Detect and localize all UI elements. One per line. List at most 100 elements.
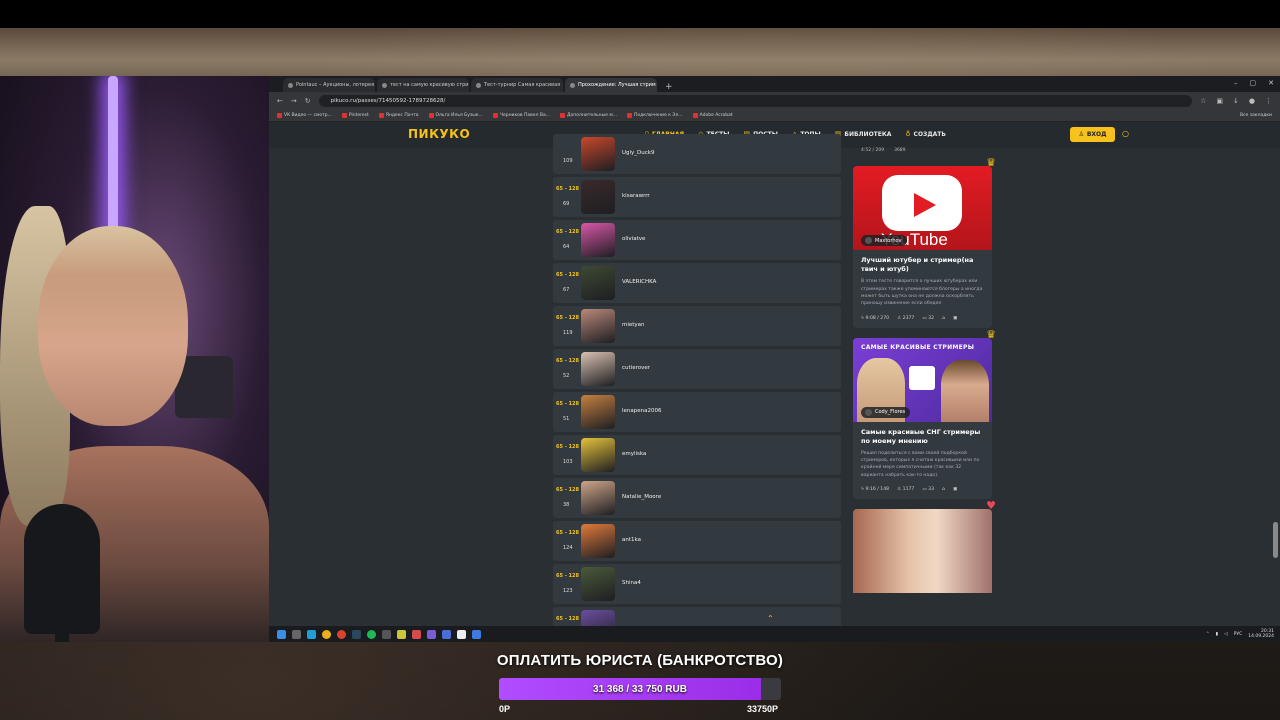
bookmark-icon[interactable]: ▣: [953, 316, 957, 321]
card-description: Решил поделиться с вами своей подборкой …: [861, 450, 980, 478]
rank-range: 65 - 128: [556, 444, 579, 450]
chrome-icon[interactable]: [337, 629, 346, 639]
user-icon: ♙: [1078, 131, 1084, 138]
profile-icon[interactable]: ●: [1249, 97, 1255, 105]
browser-tab[interactable]: тест на самую красивую стри×: [377, 78, 469, 92]
login-button[interactable]: ♙ ВХОД: [1070, 127, 1115, 142]
bookmark-icon: [692, 112, 698, 118]
steam-icon[interactable]: [352, 629, 361, 639]
close-window-icon[interactable]: ✕: [1268, 79, 1274, 87]
stat-plays: ♙ 2377: [897, 315, 915, 321]
extensions-icon[interactable]: ▣: [1216, 97, 1223, 105]
search-icon[interactable]: ○: [1122, 129, 1129, 138]
network-icon[interactable]: ▮: [1216, 632, 1218, 637]
bookmark[interactable]: Дополнительные м...: [560, 112, 617, 118]
list-item[interactable]: 65 - 128 38 Natalie_Moore: [553, 478, 841, 518]
menu-icon[interactable]: ⋮: [1265, 97, 1272, 105]
browser-tab[interactable]: Тест-турнир Самая красивая×: [471, 78, 563, 92]
system-tray: ⌃ ▮ ◁ РУС 20:31 14.09.2024: [1206, 629, 1280, 640]
avatar: [581, 137, 615, 171]
browser-tab[interactable]: Pointauc – Аукционы, лотерея×: [283, 78, 375, 92]
bookmark[interactable]: VK Видео — смотр...: [277, 112, 332, 118]
test-card[interactable]: ♥: [853, 499, 996, 594]
taskview-icon[interactable]: [292, 629, 301, 639]
list-item[interactable]: 65 - 128 123 Shina4: [553, 564, 841, 604]
back-icon[interactable]: ←: [277, 97, 283, 105]
bookmark[interactable]: Adobe Acrobat: [692, 112, 733, 118]
bookmark[interactable]: Подключение к Эл...: [627, 112, 683, 118]
card-author[interactable]: Maxtorhov: [861, 235, 907, 246]
nav-create[interactable]: ♁ СОЗДАТЬ: [905, 130, 946, 138]
bookmark[interactable]: Яндекс Почта: [378, 112, 419, 118]
recommendations: 4:52 / 209 3689 ♛ YouTube Maxtorhov Лучш…: [853, 148, 996, 594]
list-item[interactable]: 65 - 128 119 mietyan: [553, 306, 841, 346]
minimize-icon[interactable]: –: [1234, 79, 1238, 87]
list-item[interactable]: 65 - 128 52 cutierover: [553, 349, 841, 389]
streamer-name: lenapena2006: [622, 408, 662, 414]
edge-icon[interactable]: [307, 629, 316, 639]
stat-comments: ▭ 33: [922, 487, 935, 493]
site-logo[interactable]: ПИКУКО: [408, 127, 470, 141]
test-card[interactable]: ♛ САМЫЕ КРАСИВЫЕ СТРИМЕРЫ Cody_Flores Са…: [853, 328, 996, 500]
bookmark-icon[interactable]: ▣: [953, 487, 957, 492]
test-card[interactable]: ♛ YouTube Maxtorhov Лучший ютубер и стри…: [853, 156, 996, 328]
list-item[interactable]: 65 - 128 103 emyliska: [553, 435, 841, 475]
spotify-icon[interactable]: [367, 629, 376, 639]
list-item[interactable]: 65 - 128 69 kisarawrrr: [553, 177, 841, 217]
clock[interactable]: 20:31 14.09.2024: [1248, 629, 1274, 640]
bookmark-icon: [341, 112, 347, 118]
list-item[interactable]: 109 Ugly_Duck9: [553, 134, 841, 174]
rank-number: 64: [563, 244, 570, 250]
list-item[interactable]: 65 - 128 67 VALERICHKA: [553, 263, 841, 303]
scroll-up-icon[interactable]: ⌃: [767, 614, 774, 623]
windows-taskbar: ⌃ ▮ ◁ РУС 20:31 14.09.2024: [269, 626, 1280, 642]
card-author[interactable]: Cody_Flores: [861, 406, 911, 418]
bookmark[interactable]: Pinterest: [341, 112, 369, 118]
language-indicator[interactable]: РУС: [1234, 632, 1243, 637]
list-item[interactable]: 65 - 128 51 lenapena2006: [553, 392, 841, 432]
start-icon[interactable]: [277, 629, 286, 639]
chrome-icon[interactable]: [322, 629, 331, 639]
reload-icon[interactable]: ↻: [305, 97, 311, 105]
list-item[interactable]: 65 - 128 124 ant1ka: [553, 521, 841, 561]
card-thumbnail: САМЫЕ КРАСИВЫЕ СТРИМЕРЫ Cody_Flores: [853, 337, 992, 422]
bookmark[interactable]: Черников Павел Ва...: [492, 112, 550, 118]
rank-range: 65 - 128: [556, 229, 579, 235]
new-tab-icon[interactable]: +: [659, 82, 679, 92]
streamer-name: VALERICHKA: [622, 279, 657, 285]
bookmark[interactable]: Ольга Илья Бузык...: [428, 112, 483, 118]
chevron-up-icon[interactable]: ⌃: [1206, 632, 1210, 637]
maximize-icon[interactable]: ▢: [1250, 79, 1257, 87]
star-icon[interactable]: ☆: [1200, 97, 1206, 105]
app-icon[interactable]: [397, 629, 406, 639]
streamer-face: [38, 226, 188, 426]
share-icon[interactable]: ⌂: [942, 316, 945, 321]
share-icon[interactable]: ⌂: [942, 487, 945, 492]
app-icon[interactable]: [382, 629, 391, 639]
bookmark-icon: [492, 112, 498, 118]
donation-goal-title: ОПЛАТИТЬ ЮРИСТА (БАНКРОТСТВО): [496, 652, 784, 669]
rank-number: 119: [563, 330, 573, 336]
app-icon[interactable]: [472, 629, 481, 639]
rank-range: 65 - 128: [556, 573, 579, 579]
list-item[interactable]: 65 - 128 64 oliviatve: [553, 220, 841, 260]
card-title: Самые красивые СНГ стримеры по моему мне…: [861, 427, 981, 445]
forward-icon[interactable]: →: [291, 97, 297, 105]
download-icon[interactable]: ↓: [1233, 97, 1239, 105]
app-icon[interactable]: [412, 629, 421, 639]
all-bookmarks[interactable]: Все закладки: [1240, 113, 1272, 118]
list-item[interactable]: 65 - 128: [553, 607, 841, 626]
stat-plays: ♙ 1177: [897, 487, 915, 493]
url-field[interactable]: pikuco.ru/passes/71450592-1789728628/: [318, 94, 1193, 107]
app-icon[interactable]: [427, 629, 436, 639]
scrollbar[interactable]: [1273, 522, 1278, 558]
streamer-name: kisarawrrr: [622, 193, 650, 199]
nav-library[interactable]: ▥БИБЛИОТЕКА: [835, 130, 892, 138]
volume-icon[interactable]: ◁: [1224, 632, 1227, 637]
yandex-icon[interactable]: [457, 629, 466, 639]
app-icon[interactable]: [442, 629, 451, 639]
browser-tab-active[interactable]: Прохождение: Лучшая стрим×: [565, 78, 657, 92]
card-stats: ϟ 9:08 / 270 ♙ 2377 ▭ 32 ⌂ ▣: [853, 308, 992, 328]
favicon-icon: [570, 82, 575, 88]
play-icon: [914, 193, 936, 217]
